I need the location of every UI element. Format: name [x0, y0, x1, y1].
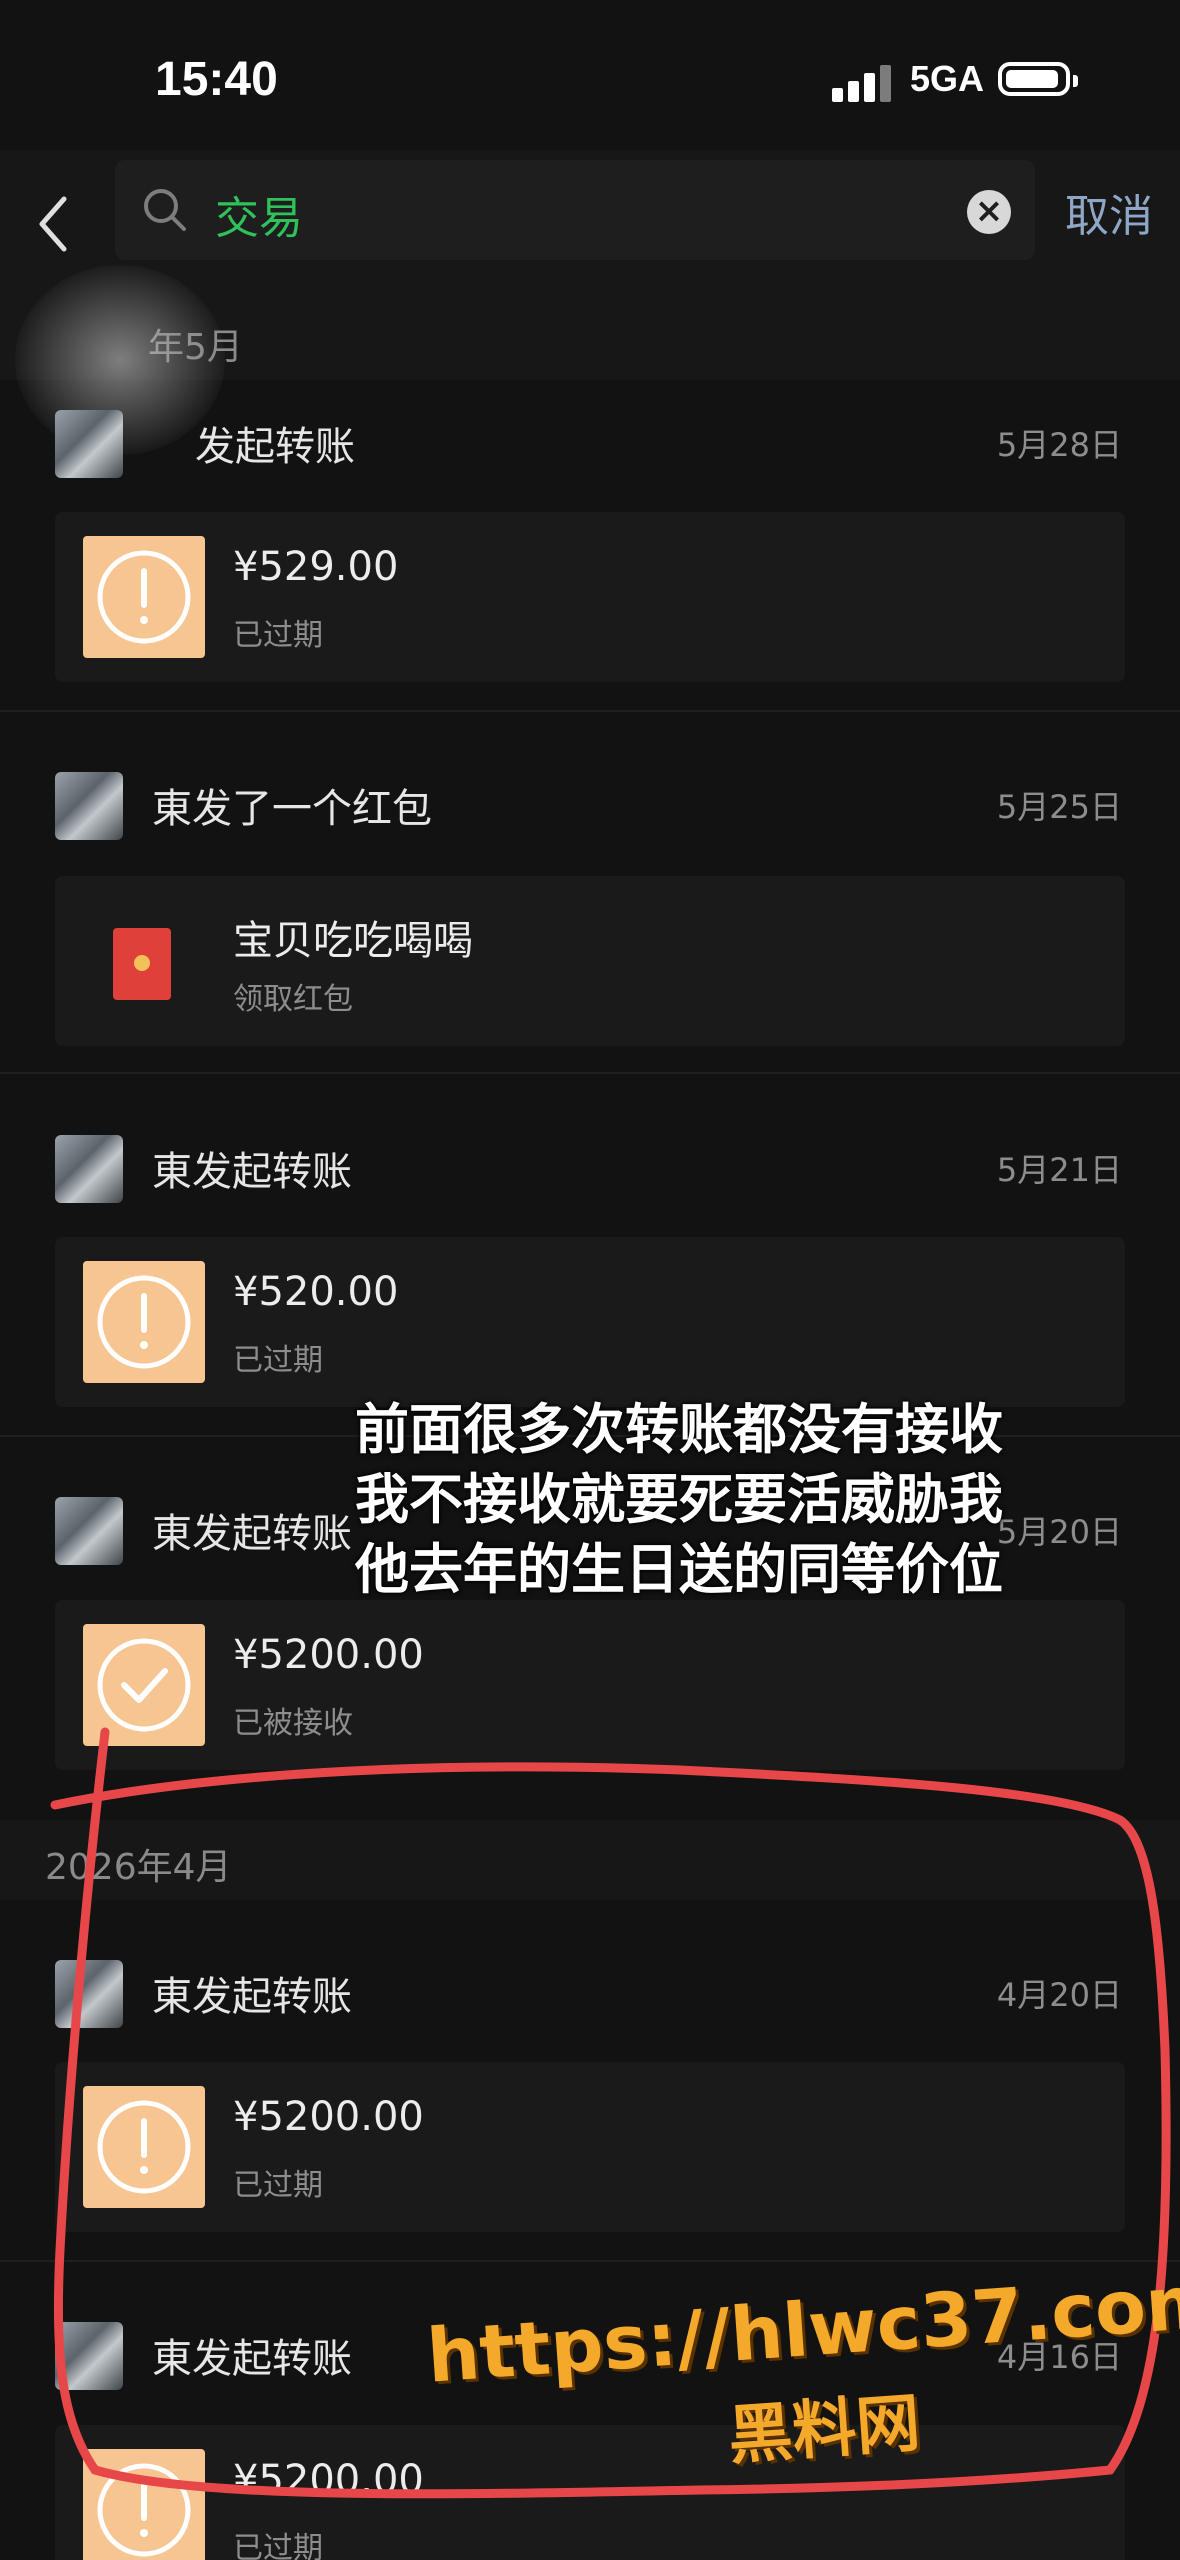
transaction-search-screen: 15:40 5GA 交易 × 取消 年	[0, 0, 1180, 2560]
hand-drawn-circle	[50, 1727, 1171, 2499]
watermark-name: 黑料网	[725, 2386, 923, 2474]
